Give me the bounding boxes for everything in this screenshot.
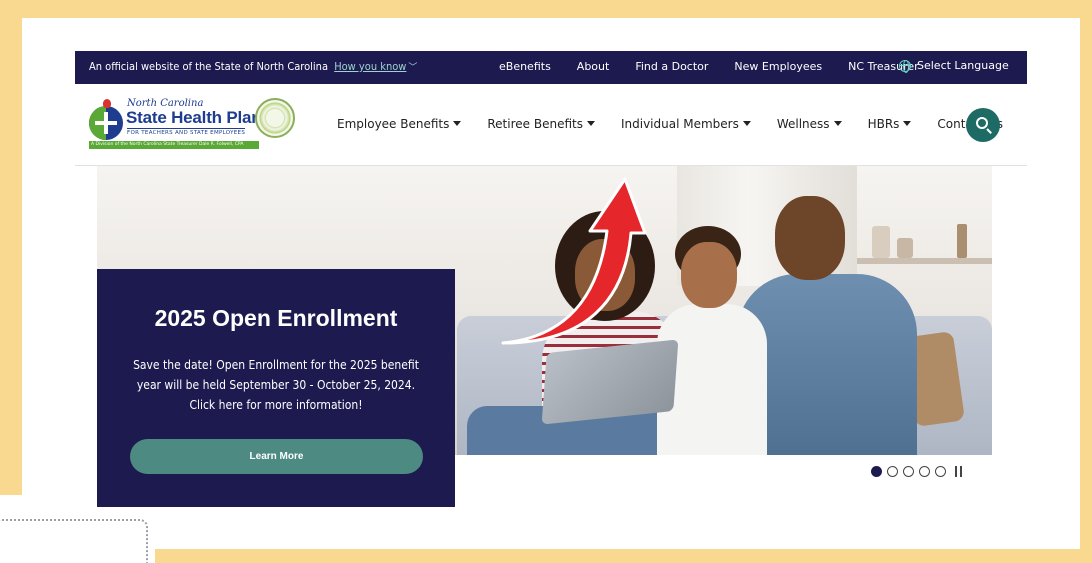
nav-employee-benefits[interactable]: Employee Benefits	[337, 117, 462, 131]
pause-icon[interactable]	[955, 466, 965, 477]
promo-description: Save the date! Open Enrollment for the 2…	[133, 358, 419, 412]
chevron-down-icon[interactable]: ﹀	[408, 63, 417, 73]
frame-left-border	[0, 0, 22, 495]
caret-down-icon	[903, 121, 912, 126]
caret-down-icon	[586, 121, 595, 126]
caret-down-icon	[742, 121, 751, 126]
search-button[interactable]	[966, 108, 1000, 142]
logo-line-teachers: FOR TEACHERS AND STATE EMPLOYEES	[127, 128, 246, 136]
select-language[interactable]: Select Language	[899, 59, 1009, 73]
frame-right-border	[1080, 0, 1092, 563]
open-enrollment-card: 2025 Open Enrollment Save the date! Open…	[97, 269, 455, 507]
red-pointer-arrow-icon	[501, 177, 647, 345]
globe-icon	[899, 59, 911, 73]
new-employees-link[interactable]: New Employees	[734, 60, 822, 73]
carousel-controls	[871, 466, 965, 477]
nav-individual-members[interactable]: Individual Members	[621, 117, 751, 131]
official-notice: An official website of the State of Nort…	[89, 60, 417, 73]
state-health-plan-logo[interactable]: North Carolina State Health Plan FOR TEA…	[89, 98, 295, 152]
caret-down-icon	[833, 121, 842, 126]
carousel-dot-2[interactable]	[887, 466, 898, 477]
carousel-dot-3[interactable]	[903, 466, 914, 477]
primary-menu: Employee Benefits Retiree Benefits Indiv…	[337, 117, 1003, 131]
frame-bottom-border	[155, 549, 1092, 563]
frame-top-border	[0, 0, 1092, 18]
find-a-doctor-link[interactable]: Find a Doctor	[635, 60, 708, 73]
main-navbar: North Carolina State Health Plan FOR TEA…	[75, 84, 1027, 166]
how-you-know-link[interactable]: How you know	[334, 60, 406, 73]
search-icon	[976, 117, 988, 129]
caret-down-icon	[453, 121, 462, 126]
website: An official website of the State of Nort…	[75, 51, 1027, 521]
utility-links: eBenefits About Find a Doctor New Employ…	[499, 60, 945, 73]
apple-icon	[103, 99, 111, 108]
official-text: An official website of the State of Nort…	[89, 60, 329, 73]
carousel-dot-1[interactable]	[871, 466, 882, 477]
dotted-annotation-box	[0, 519, 148, 563]
about-link[interactable]: About	[577, 60, 610, 73]
nav-wellness[interactable]: Wellness	[777, 117, 842, 131]
logo-line-state-health-plan: State Health Plan	[126, 108, 262, 127]
ebenefits-link[interactable]: eBenefits	[499, 60, 551, 73]
logo-globe-mark	[89, 106, 123, 140]
logo-division-text: A Division of the North Carolina State T…	[89, 141, 259, 149]
official-banner: An official website of the State of Nort…	[75, 51, 1027, 84]
learn-more-button[interactable]: Learn More	[130, 439, 423, 474]
carousel-dot-5[interactable]	[935, 466, 946, 477]
treasurer-seal-icon	[255, 98, 295, 138]
select-language-label: Select Language	[917, 59, 1009, 72]
nav-retiree-benefits[interactable]: Retiree Benefits	[487, 117, 595, 131]
nav-hbrs[interactable]: HBRs	[868, 117, 912, 131]
carousel-dot-4[interactable]	[919, 466, 930, 477]
promo-title: 2025 Open Enrollment	[154, 305, 398, 331]
